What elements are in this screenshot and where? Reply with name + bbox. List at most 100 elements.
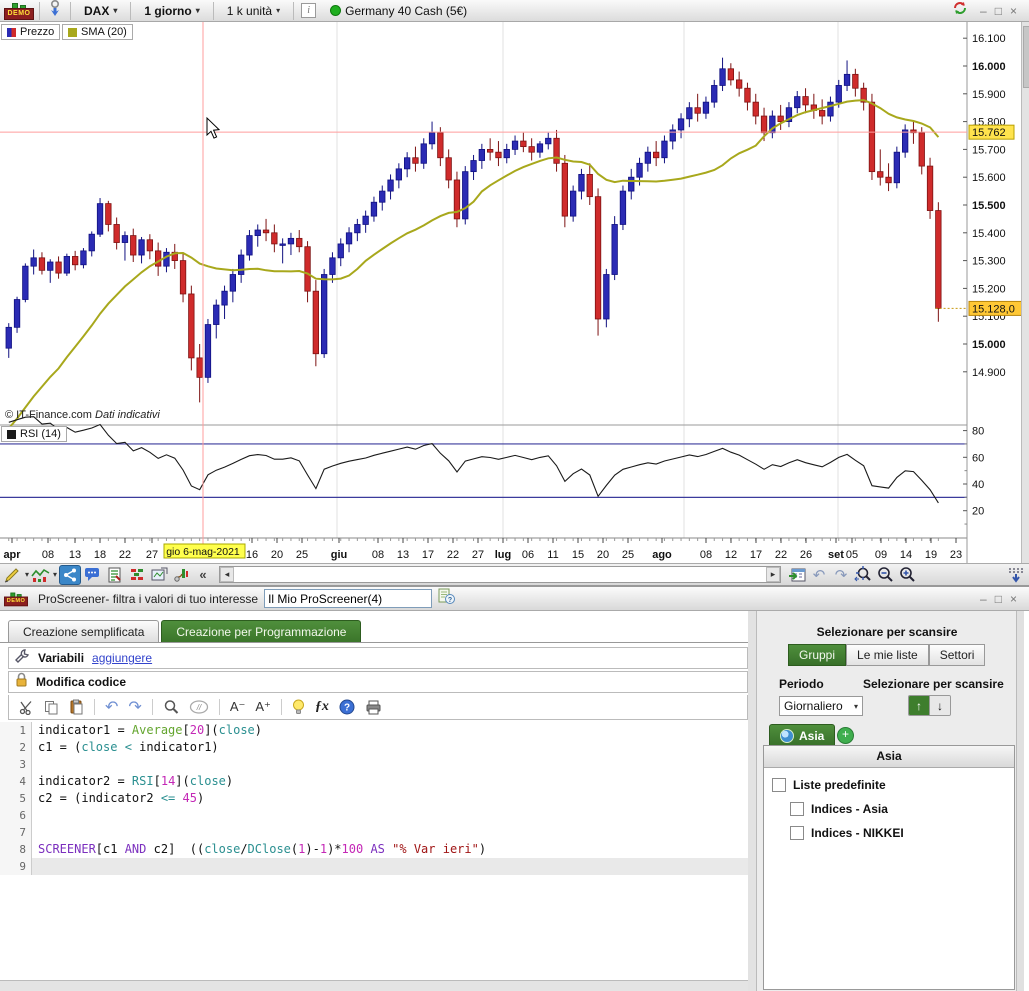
indicator-tool-icon[interactable] bbox=[31, 566, 51, 584]
sort-desc-button[interactable]: ↓ bbox=[930, 696, 950, 715]
candle-body bbox=[553, 137, 560, 164]
undo-icon[interactable]: ↶ bbox=[809, 566, 829, 584]
help-icon[interactable]: ? bbox=[339, 699, 355, 715]
maximize-button[interactable]: □ bbox=[995, 4, 1002, 18]
price-axis-scrollbar[interactable] bbox=[1021, 22, 1029, 563]
close-button[interactable]: × bbox=[1010, 592, 1017, 606]
draw-tool-icon[interactable] bbox=[3, 566, 23, 584]
close-button[interactable]: × bbox=[1010, 4, 1017, 18]
sort-asc-button[interactable]: ↑ bbox=[909, 696, 930, 715]
code-line[interactable]: 2 c1 = (close < indicator1) bbox=[0, 739, 748, 756]
code-line[interactable]: 1 indicator1 = Average[20](close) bbox=[0, 722, 748, 739]
code-editor[interactable]: 1 indicator1 = Average[20](close) 2 c1 = (c… bbox=[0, 722, 748, 980]
redo-icon[interactable]: ↷ bbox=[128, 697, 141, 717]
price-axis-label: 14.900 bbox=[972, 367, 1006, 379]
insert-function-icon[interactable]: ƒx bbox=[315, 699, 329, 715]
comment-toggle-icon[interactable]: // bbox=[189, 699, 209, 715]
minimize-button[interactable]: ‒ bbox=[980, 592, 987, 606]
info-icon[interactable]: i bbox=[301, 3, 317, 18]
units-dropdown[interactable]: 1 k unità ▾ bbox=[221, 3, 286, 19]
chevron-down-icon[interactable]: ▾ bbox=[25, 570, 29, 579]
demo-logo-icon: DEMO bbox=[4, 591, 28, 606]
scroll-right-icon[interactable]: ▸ bbox=[766, 567, 781, 582]
collapse-toolbar-icon[interactable]: « bbox=[193, 566, 213, 584]
gruppi-button[interactable]: Gruppi bbox=[788, 644, 847, 666]
sma-legend-chip[interactable]: SMA (20) bbox=[62, 24, 133, 40]
report-icon[interactable] bbox=[105, 566, 125, 584]
line-number: 8 bbox=[0, 841, 32, 858]
list-checkbox-row[interactable]: Indices - NIKKEI bbox=[790, 826, 1014, 840]
screener-name-input[interactable] bbox=[264, 589, 433, 608]
list-checkbox-row[interactable]: Liste predefinite bbox=[772, 778, 1014, 792]
tab-creazione-semplificata[interactable]: Creazione semplificata bbox=[8, 620, 160, 643]
candle-body bbox=[819, 110, 826, 117]
candle-body bbox=[72, 256, 79, 266]
add-list-button[interactable]: + bbox=[837, 727, 854, 744]
candle-body bbox=[163, 251, 170, 267]
comments-icon[interactable] bbox=[83, 566, 103, 584]
print-icon[interactable] bbox=[365, 700, 382, 715]
date-axis-label: lug bbox=[495, 549, 512, 561]
crosshair-date-tag: gio 6-mag-2021 bbox=[166, 546, 240, 558]
timeframe-dropdown[interactable]: 1 giorno ▾ bbox=[138, 3, 205, 19]
code-line[interactable]: 8 SCREENER[c1 AND c2] ((close/DClose(1)-1… bbox=[0, 841, 748, 858]
help-doc-icon[interactable]: ? bbox=[438, 588, 456, 610]
hint-bulb-icon[interactable] bbox=[292, 699, 305, 715]
redo-icon[interactable]: ↷ bbox=[831, 566, 851, 584]
add-pane-icon[interactable] bbox=[1006, 566, 1026, 584]
period-dropdown[interactable]: Giornaliero ▾ bbox=[779, 696, 863, 716]
minimize-button[interactable]: ‒ bbox=[980, 4, 987, 18]
price-legend-chip[interactable]: Prezzo bbox=[1, 24, 61, 40]
tab-creazione-programmazione[interactable]: Creazione per Programmazione bbox=[161, 620, 362, 643]
le-mie-liste-button[interactable]: Le mie liste bbox=[846, 644, 929, 666]
code-line[interactable]: 7 bbox=[0, 824, 748, 841]
chevron-down-icon[interactable]: ▾ bbox=[53, 570, 57, 579]
rsi-legend-chip[interactable]: RSI (14) bbox=[1, 426, 67, 442]
settori-button[interactable]: Settori bbox=[928, 644, 986, 666]
copy-icon[interactable] bbox=[44, 700, 59, 715]
candle-body bbox=[644, 151, 651, 164]
chart-hscrollbar[interactable]: ◂ ▸ bbox=[219, 566, 782, 583]
candle-body bbox=[304, 246, 311, 292]
code-line[interactable]: 3 bbox=[0, 756, 748, 773]
scroll-left-icon[interactable]: ◂ bbox=[220, 567, 235, 582]
share-icon[interactable] bbox=[59, 564, 82, 585]
code-line[interactable]: 5 c2 = (indicator2 <= 45) bbox=[0, 790, 748, 807]
code-line[interactable]: 9 bbox=[0, 858, 748, 875]
price-axis-label: 16.100 bbox=[972, 33, 1006, 45]
symbol-dropdown[interactable]: DAX ▾ bbox=[78, 3, 123, 19]
snapshot-icon[interactable] bbox=[149, 566, 169, 584]
rsi-axis-label: 20 bbox=[972, 506, 984, 518]
font-increase-icon[interactable]: A⁺ bbox=[255, 699, 271, 715]
checkbox[interactable] bbox=[790, 802, 804, 816]
candle-body bbox=[669, 129, 676, 142]
zoom-out-icon[interactable] bbox=[875, 566, 895, 584]
link-anchor-icon[interactable] bbox=[47, 0, 63, 22]
font-decrease-icon[interactable]: A⁻ bbox=[230, 699, 246, 715]
cut-icon[interactable] bbox=[19, 700, 34, 715]
creation-tabs: Creazione semplificata Creazione per Pro… bbox=[8, 620, 362, 643]
goto-date-icon[interactable] bbox=[787, 566, 807, 584]
candle-body bbox=[55, 261, 62, 274]
undo-icon[interactable]: ↶ bbox=[105, 697, 118, 717]
panel-divider[interactable] bbox=[748, 611, 756, 991]
svg-text:?: ? bbox=[344, 703, 350, 714]
checkbox[interactable] bbox=[790, 826, 804, 840]
list-tab-asia[interactable]: Asia bbox=[769, 724, 836, 747]
list-checkbox-row[interactable]: Indices - Asia bbox=[790, 802, 1014, 816]
maximize-button[interactable]: □ bbox=[995, 592, 1002, 606]
code-line[interactable]: 6 bbox=[0, 807, 748, 824]
checkbox[interactable] bbox=[772, 778, 786, 792]
zoom-in-icon[interactable] bbox=[897, 566, 917, 584]
add-variable-link[interactable]: aggiungere bbox=[92, 651, 152, 665]
panel-scrollbar[interactable] bbox=[1016, 611, 1024, 991]
orders-icon[interactable] bbox=[127, 566, 147, 584]
zoom-fit-icon[interactable] bbox=[853, 566, 873, 584]
backtest-icon[interactable] bbox=[171, 566, 191, 584]
paste-icon[interactable] bbox=[69, 699, 84, 715]
search-icon[interactable] bbox=[163, 699, 179, 715]
code-line[interactable]: 4 indicator2 = RSI[14](close) bbox=[0, 773, 748, 790]
price-axis-label: 16.000 bbox=[972, 61, 1006, 73]
price-chart-canvas[interactable]: 16.10016.00015.90015.80015.70015.60015.5… bbox=[0, 22, 1029, 563]
refresh-icon[interactable] bbox=[952, 0, 968, 21]
